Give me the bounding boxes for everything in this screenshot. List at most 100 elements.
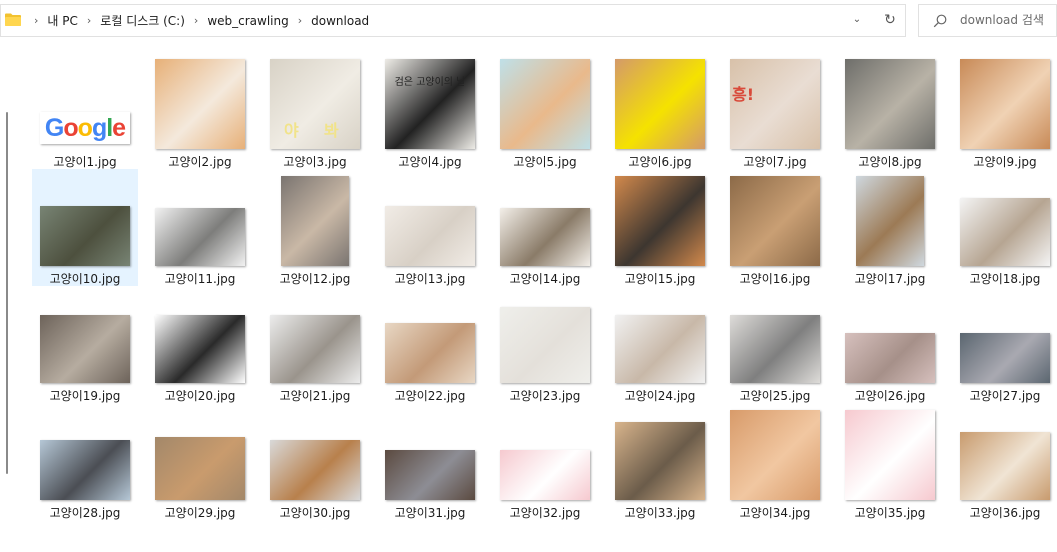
file-item[interactable]: 고양이21.jpg <box>262 286 368 403</box>
file-item[interactable]: 야 봐 고양이3.jpg <box>262 52 368 169</box>
file-name: 고양이11.jpg <box>164 272 236 286</box>
file-name: 고양이36.jpg <box>969 506 1041 520</box>
thumbnail-overlay-text: 봐 <box>324 121 339 140</box>
file-item[interactable]: 고양이36.jpg <box>952 403 1057 520</box>
file-item[interactable]: 고양이8.jpg <box>837 52 943 169</box>
file-name: 고양이3.jpg <box>283 155 347 169</box>
file-item[interactable]: 검은 고양이의 날 고양이4.jpg <box>377 52 483 169</box>
file-item[interactable]: 고양이11.jpg <box>147 169 253 286</box>
file-name: 고양이19.jpg <box>49 389 121 403</box>
file-item[interactable]: 고양이32.jpg <box>492 403 598 520</box>
file-name: 고양이5.jpg <box>513 155 577 169</box>
vertical-scrollbar[interactable] <box>6 112 8 474</box>
file-item[interactable]: 고양이10.jpg <box>32 169 138 286</box>
file-item[interactable]: 고양이28.jpg <box>32 403 138 520</box>
file-name: 고양이24.jpg <box>624 389 696 403</box>
file-item[interactable]: 고양이29.jpg <box>147 403 253 520</box>
image-thumbnail <box>385 323 475 383</box>
file-item[interactable]: 고양이5.jpg <box>492 52 598 169</box>
file-item[interactable]: 흥! 고양이7.jpg <box>722 52 828 169</box>
file-name: 고양이31.jpg <box>394 506 466 520</box>
image-thumbnail <box>281 176 349 266</box>
file-item[interactable]: 고양이23.jpg <box>492 286 598 403</box>
image-thumbnail <box>960 198 1050 266</box>
google-logo-thumbnail: Google <box>40 112 130 144</box>
image-thumbnail <box>960 333 1050 383</box>
file-item[interactable]: 고양이6.jpg <box>607 52 713 169</box>
file-name: 고양이13.jpg <box>394 272 466 286</box>
file-name: 고양이25.jpg <box>739 389 811 403</box>
file-item[interactable]: 고양이33.jpg <box>607 403 713 520</box>
search-input[interactable]: download 검색 <box>918 4 1057 37</box>
file-item[interactable]: 고양이30.jpg <box>262 403 368 520</box>
image-thumbnail <box>845 59 935 149</box>
file-item[interactable]: 고양이2.jpg <box>147 52 253 169</box>
file-item[interactable]: Google 고양이1.jpg <box>32 52 138 169</box>
image-thumbnail <box>155 437 245 500</box>
file-name: 고양이2.jpg <box>168 155 232 169</box>
chevron-right-icon[interactable]: › <box>87 14 91 27</box>
file-name: 고양이6.jpg <box>628 155 692 169</box>
file-item[interactable]: 고양이31.jpg <box>377 403 483 520</box>
image-thumbnail <box>40 206 130 266</box>
image-thumbnail: 야봐 <box>270 59 360 149</box>
thumbnail-overlay-text: 야 <box>284 121 299 140</box>
file-name: 고양이14.jpg <box>509 272 581 286</box>
file-item[interactable]: 고양이17.jpg <box>837 169 943 286</box>
file-item[interactable]: 고양이34.jpg <box>722 403 828 520</box>
file-name: 고양이34.jpg <box>739 506 811 520</box>
image-thumbnail <box>40 315 130 383</box>
image-thumbnail <box>615 59 705 149</box>
breadcrumb-item-download[interactable]: download <box>311 14 369 28</box>
address-bar[interactable]: › 내 PC › 로컬 디스크 (C:) › web_crawling › do… <box>0 4 906 37</box>
breadcrumb-item-my-pc[interactable]: 내 PC <box>47 12 77 29</box>
image-thumbnail <box>385 450 475 500</box>
file-item[interactable]: 고양이12.jpg <box>262 169 368 286</box>
file-name: 고양이10.jpg <box>49 272 121 286</box>
chevron-right-icon[interactable]: › <box>298 14 302 27</box>
refresh-icon[interactable]: ↻ <box>882 11 898 29</box>
file-item[interactable]: 고양이16.jpg <box>722 169 828 286</box>
breadcrumb-item-local-disk[interactable]: 로컬 디스크 (C:) <box>100 12 185 29</box>
breadcrumb: › 내 PC › 로컬 디스크 (C:) › web_crawling › do… <box>25 5 369 36</box>
image-thumbnail <box>856 176 924 266</box>
chevron-right-icon[interactable]: › <box>194 14 198 27</box>
image-thumbnail <box>385 206 475 266</box>
image-thumbnail <box>500 208 590 266</box>
file-item[interactable]: 고양이15.jpg <box>607 169 713 286</box>
image-thumbnail <box>500 307 590 383</box>
file-item[interactable]: 고양이22.jpg <box>377 286 483 403</box>
file-name: 고양이9.jpg <box>973 155 1037 169</box>
image-thumbnail <box>730 176 820 266</box>
file-item[interactable]: 고양이26.jpg <box>837 286 943 403</box>
file-name: 고양이22.jpg <box>394 389 466 403</box>
file-name: 고양이4.jpg <box>398 155 462 169</box>
image-thumbnail <box>500 450 590 500</box>
file-item[interactable]: 고양이27.jpg <box>952 286 1057 403</box>
file-name: 고양이32.jpg <box>509 506 581 520</box>
file-name: 고양이17.jpg <box>854 272 926 286</box>
image-thumbnail <box>960 432 1050 500</box>
image-thumbnail <box>500 59 590 149</box>
file-item[interactable]: 고양이18.jpg <box>952 169 1057 286</box>
file-item[interactable]: 고양이14.jpg <box>492 169 598 286</box>
file-name: 고양이1.jpg <box>53 155 117 169</box>
chevron-right-icon[interactable]: › <box>34 14 38 27</box>
file-name: 고양이16.jpg <box>739 272 811 286</box>
file-name: 고양이27.jpg <box>969 389 1041 403</box>
file-item[interactable]: 고양이9.jpg <box>952 52 1057 169</box>
chevron-down-icon[interactable]: ⌄ <box>849 11 865 29</box>
search-placeholder: download 검색 <box>960 13 1044 27</box>
file-item[interactable]: 고양이35.jpg <box>837 403 943 520</box>
file-name: 고양이35.jpg <box>854 506 926 520</box>
file-name: 고양이8.jpg <box>858 155 922 169</box>
image-thumbnail <box>40 440 130 500</box>
file-item[interactable]: 고양이25.jpg <box>722 286 828 403</box>
image-thumbnail <box>155 208 245 266</box>
file-item[interactable]: 고양이13.jpg <box>377 169 483 286</box>
file-name: 고양이33.jpg <box>624 506 696 520</box>
file-item[interactable]: 고양이19.jpg <box>32 286 138 403</box>
file-item[interactable]: 고양이20.jpg <box>147 286 253 403</box>
breadcrumb-item-web-crawling[interactable]: web_crawling <box>207 14 288 28</box>
file-item[interactable]: 고양이24.jpg <box>607 286 713 403</box>
